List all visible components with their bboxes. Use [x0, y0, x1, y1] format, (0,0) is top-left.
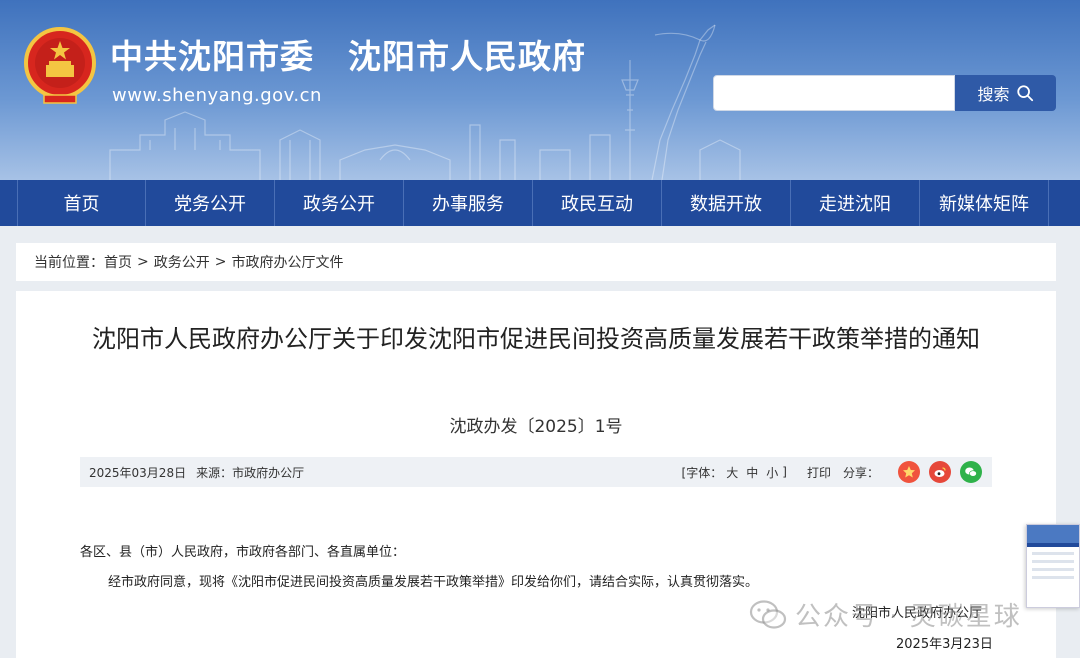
article-title: 沈阳市人民政府办公厅关于印发沈阳市促进民间投资高质量发展若干政策举措的通知 [92, 325, 980, 353]
document-number: 沈政办发〔2025〕1号 [449, 417, 623, 437]
qzone-share-icon[interactable] [898, 461, 920, 483]
thumbnail-line [1032, 576, 1074, 579]
weibo-share-icon[interactable] [929, 461, 951, 483]
font-size-label-close: ] [782, 465, 787, 479]
main-nav: 首页 党务公开 政务公开 办事服务 政民互动 数据开放 走进沈阳 新媒体矩阵 [0, 180, 1080, 226]
font-size-label: [字体： [681, 465, 723, 480]
site-title: 中共沈阳市委 沈阳市人民政府 [110, 37, 586, 76]
share-label: 分享： [842, 465, 879, 480]
breadcrumb-separator: > [214, 254, 227, 270]
nav-item-services[interactable]: 办事服务 [404, 180, 533, 226]
breadcrumb-prefix: 当前位置： [34, 255, 104, 271]
print-button[interactable]: 打印 [807, 464, 831, 481]
breadcrumb: 当前位置： 首页 > 政务公开 > 市政府办公厅文件 [16, 243, 1056, 281]
font-size-medium-button[interactable]: 中 [746, 464, 758, 481]
article-meta-bar: 2025年03月28日 来源：市政府办公厅 [字体： 大 中 小 ] 打印 分享… [80, 457, 992, 487]
site-url: www.shenyang.gov.cn [112, 85, 322, 106]
nav-item-government-affairs[interactable]: 政务公开 [275, 180, 404, 226]
wechat-share-icon[interactable] [960, 461, 982, 483]
letter-body: 经市政府同意，现将《沈阳市促进民间投资高质量发展若干政策举措》印发给你们，请结合… [108, 575, 759, 590]
nav-item-open-data[interactable]: 数据开放 [662, 180, 791, 226]
nav-item-party-affairs[interactable]: 党务公开 [146, 180, 275, 226]
breadcrumb-link-home[interactable]: 首页 [104, 252, 132, 272]
floating-page-thumbnail[interactable] [1026, 524, 1080, 608]
search-input[interactable] [713, 75, 955, 111]
breadcrumb-separator: > [137, 254, 149, 270]
nav-item-new-media[interactable]: 新媒体矩阵 [920, 180, 1049, 226]
search-button-label: 搜索 [977, 85, 1010, 104]
nav-item-about-shenyang[interactable]: 走进沈阳 [791, 180, 920, 226]
wechat-official-account-icon [749, 599, 787, 629]
letter-sign-date: 2025年3月23日 [896, 637, 993, 652]
article-source: 来源：市政府办公厅 [196, 465, 305, 480]
publish-date: 2025年03月28日 [89, 465, 187, 480]
thumbnail-line [1032, 568, 1074, 571]
thumbnail-line [1032, 552, 1074, 555]
letter-salutation: 各区、县（市）人民政府，市政府各部门、各直属单位： [80, 545, 406, 560]
font-size-large-button[interactable]: 大 [726, 464, 738, 481]
nav-item-interaction[interactable]: 政民互动 [533, 180, 662, 226]
search-icon [1016, 85, 1033, 102]
nav-item-home[interactable]: 首页 [17, 180, 146, 226]
site-header: 中共沈阳市委 沈阳市人民政府 www.shenyang.gov.cn 搜索 [0, 0, 1080, 180]
thumbnail-header [1027, 525, 1079, 543]
watermark: 公众号 · 灵碳星球 [749, 596, 1022, 633]
breadcrumb-link-office-documents[interactable]: 市政府办公厅文件 [231, 252, 343, 272]
thumbnail-nav [1027, 543, 1079, 547]
breadcrumb-link-government-affairs[interactable]: 政务公开 [154, 252, 210, 272]
watermark-text: 公众号 · 灵碳星球 [795, 602, 1022, 632]
search-button[interactable]: 搜索 [955, 75, 1056, 111]
national-emblem-icon [24, 27, 96, 104]
font-size-small-button[interactable]: 小 [766, 464, 778, 481]
thumbnail-line [1032, 560, 1074, 563]
